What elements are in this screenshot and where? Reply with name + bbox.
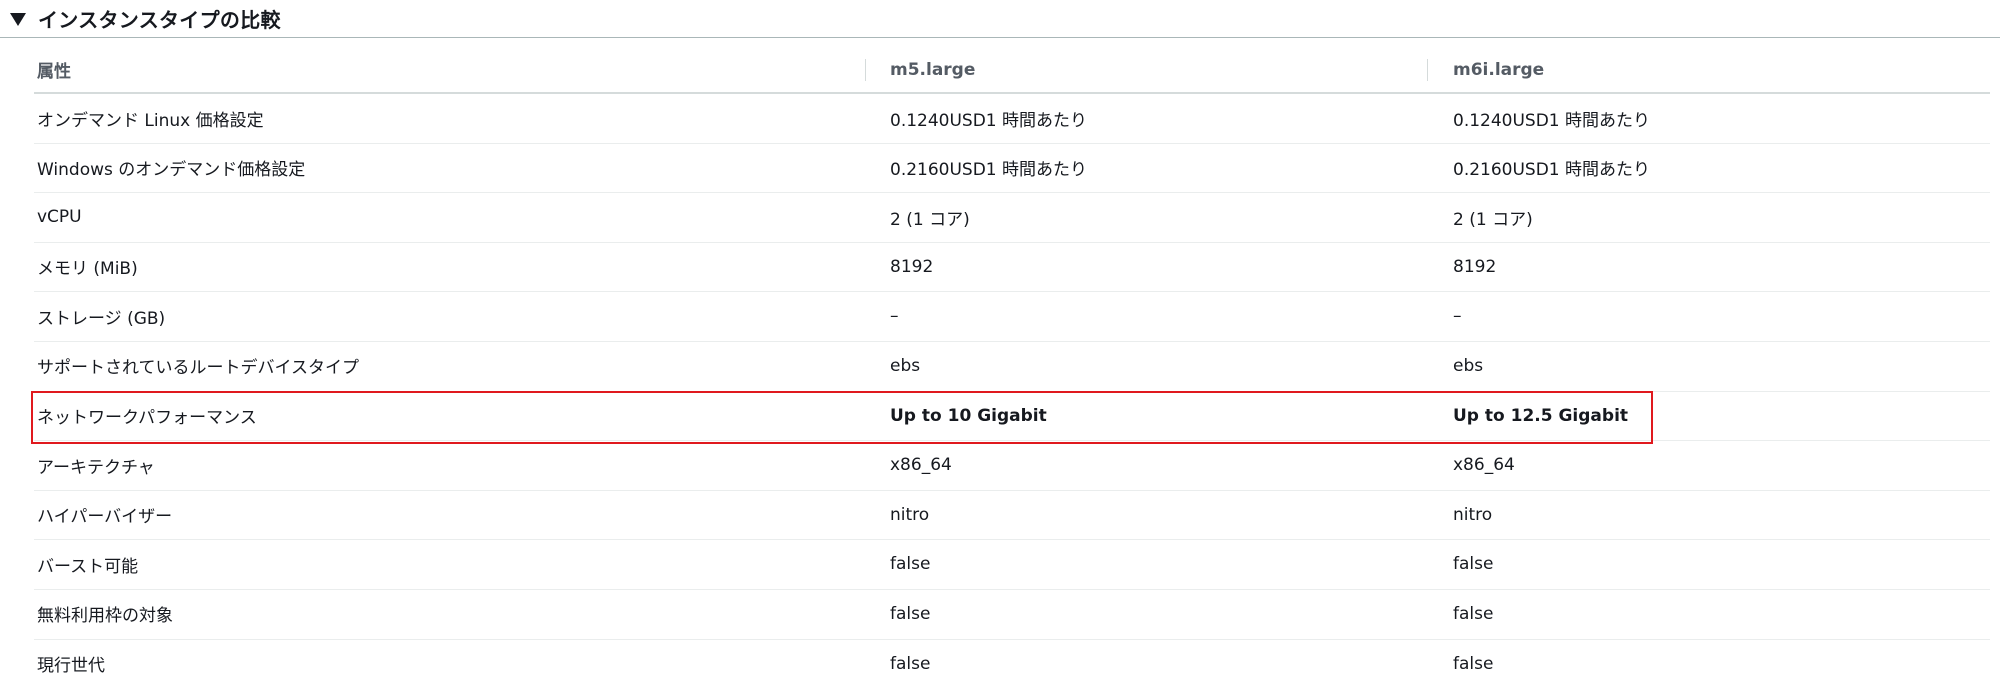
m6i-value-cell: x86_64	[1453, 455, 1515, 476]
m5-value-cell: ebs	[890, 355, 921, 376]
attribute-cell: ネットワークパフォーマンス	[37, 408, 257, 429]
column-header-m6i-large[interactable]: m6i.large	[1453, 47, 1544, 92]
table-row: アーキテクチャ x86_64 x86_64	[34, 441, 1990, 491]
m6i-value-cell: false	[1453, 554, 1494, 575]
column-header-m5-large[interactable]: m5.large	[890, 47, 975, 92]
m5-value-cell: false	[890, 554, 931, 575]
attribute-cell: ストレージ (GB)	[37, 308, 166, 329]
table-row: オンデマンド Linux 価格設定 0.1240USD1 時間あたり 0.124…	[34, 94, 1990, 144]
m5-value-cell: false	[890, 603, 931, 624]
table-row: メモリ (MiB) 8192 8192	[34, 243, 1990, 293]
m5-value-cell: nitro	[890, 504, 930, 525]
attribute-cell: バースト可能	[37, 556, 139, 577]
attribute-cell: オンデマンド Linux 価格設定	[37, 110, 264, 131]
attribute-cell: 無料利用枠の対象	[37, 606, 173, 627]
m6i-value-cell: nitro	[1453, 504, 1493, 525]
table-header: 属性 m5.large m6i.large	[34, 47, 1990, 94]
m6i-value-cell: 8192	[1453, 256, 1497, 277]
attribute-cell: vCPU	[37, 207, 82, 228]
table-row: 無料利用枠の対象 false false	[34, 590, 1990, 640]
column-divider[interactable]	[865, 59, 866, 81]
m6i-value-cell: ebs	[1453, 355, 1484, 376]
m6i-value-cell: 0.1240USD1 時間あたり	[1453, 110, 1651, 131]
m5-value-cell: 2 (1 コア)	[890, 209, 970, 230]
m6i-value-cell: –	[1453, 306, 1462, 327]
m6i-value-cell: 0.2160USD1 時間あたり	[1453, 160, 1651, 181]
table-row: サポートされているルートデバイスタイプ ebs ebs	[34, 342, 1990, 392]
attribute-cell: アーキテクチャ	[37, 457, 155, 478]
m5-value-cell: –	[890, 306, 899, 327]
m5-value-cell: x86_64	[890, 455, 952, 476]
table-row: ストレージ (GB) – –	[34, 292, 1990, 342]
table-row-highlighted: ネットワークパフォーマンス Up to 10 Gigabit Up to 12.…	[34, 392, 1990, 442]
attribute-cell: メモリ (MiB)	[37, 259, 138, 280]
attribute-cell: Windows のオンデマンド価格設定	[37, 160, 306, 181]
caret-down-icon[interactable]	[10, 13, 26, 26]
m5-value-cell: 0.1240USD1 時間あたり	[890, 110, 1088, 131]
table-row: 現行世代 false false	[34, 640, 1990, 690]
m6i-value-cell: false	[1453, 603, 1494, 624]
table-row: Windows のオンデマンド価格設定 0.2160USD1 時間あたり 0.2…	[34, 144, 1990, 194]
comparison-table: 属性 m5.large m6i.large オンデマンド Linux 価格設定 …	[34, 47, 1990, 689]
m5-value-cell: 0.2160USD1 時間あたり	[890, 160, 1088, 181]
column-divider[interactable]	[1427, 59, 1428, 81]
m6i-value-cell: Up to 12.5 Gigabit	[1453, 405, 1629, 426]
m5-value-cell: 8192	[890, 256, 934, 277]
m5-value-cell: Up to 10 Gigabit	[890, 405, 1047, 426]
table-row: バースト可能 false false	[34, 540, 1990, 590]
attribute-cell: 現行世代	[37, 656, 105, 677]
attribute-cell: サポートされているルートデバイスタイプ	[37, 358, 359, 379]
section-title: インスタンスタイプの比較	[38, 8, 281, 32]
comparison-section-toggle[interactable]: インスタンスタイプの比較	[0, 0, 2000, 38]
table-row: ハイパーバイザー nitro nitro	[34, 491, 1990, 541]
table-row: vCPU 2 (1 コア) 2 (1 コア)	[34, 193, 1990, 243]
column-header-attribute[interactable]: 属性	[37, 47, 71, 92]
m6i-value-cell: 2 (1 コア)	[1453, 209, 1533, 230]
m6i-value-cell: false	[1453, 653, 1494, 674]
m5-value-cell: false	[890, 653, 931, 674]
attribute-cell: ハイパーバイザー	[37, 507, 173, 528]
